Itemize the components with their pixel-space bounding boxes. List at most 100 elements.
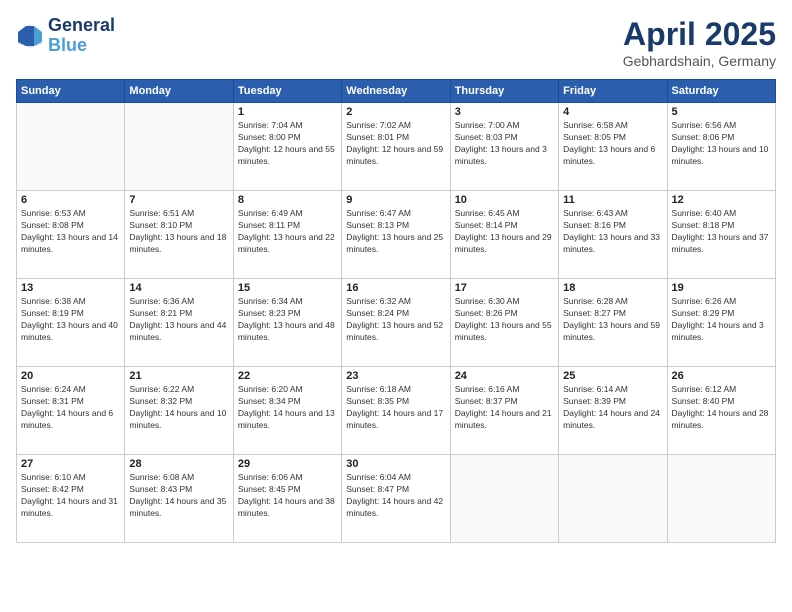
calendar-day-cell: 6Sunrise: 6:53 AMSunset: 8:08 PMDaylight… xyxy=(17,191,125,279)
day-info: Sunrise: 6:26 AMSunset: 8:29 PMDaylight:… xyxy=(672,296,771,344)
day-info: Sunrise: 6:12 AMSunset: 8:40 PMDaylight:… xyxy=(672,384,771,432)
day-number: 26 xyxy=(672,370,771,382)
day-number: 29 xyxy=(238,458,337,470)
day-info: Sunrise: 6:04 AMSunset: 8:47 PMDaylight:… xyxy=(346,472,445,520)
calendar-day-cell xyxy=(17,103,125,191)
main-title: April 2025 xyxy=(623,16,776,53)
calendar-day-cell: 10 Sunrise: 6:45 AMSunset: 8:14 PMDayligh… xyxy=(450,191,558,279)
calendar-day-cell: 25 Sunrise: 6:14 AMSunset: 8:39 PMDayligh… xyxy=(559,367,667,455)
day-info: Sunrise: 7:02 AMSunset: 8:01 PMDaylight:… xyxy=(346,120,445,168)
calendar-week-row: 27Sunrise: 6:10 AMSunset: 8:42 PMDayligh… xyxy=(17,455,776,543)
day-number: 11 xyxy=(563,194,662,206)
calendar-day-cell: 19 Sunrise: 6:26 AMSunset: 8:29 PMDayligh… xyxy=(667,279,775,367)
day-number: 13 xyxy=(21,282,120,294)
calendar-day-cell: 13 Sunrise: 6:38 AMSunset: 8:19 PMDayligh… xyxy=(17,279,125,367)
day-number: 6 xyxy=(21,194,120,206)
col-saturday: Saturday xyxy=(667,80,775,103)
calendar-day-cell: 4 Sunrise: 6:58 AMSunset: 8:05 PMDaylight… xyxy=(559,103,667,191)
day-info: Sunrise: 6:16 AMSunset: 8:37 PMDaylight:… xyxy=(455,384,554,432)
calendar-day-cell: 16Sunrise: 6:32 AMSunset: 8:24 PMDayligh… xyxy=(342,279,450,367)
calendar-day-cell: 2 Sunrise: 7:02 AMSunset: 8:01 PMDaylight… xyxy=(342,103,450,191)
day-number: 7 xyxy=(129,194,228,206)
day-info: Sunrise: 6:08 AMSunset: 8:43 PMDaylight:… xyxy=(129,472,228,520)
day-info: Sunrise: 6:30 AMSunset: 8:26 PMDaylight:… xyxy=(455,296,554,344)
calendar-week-row: 1Sunrise: 7:04 AMSunset: 8:00 PMDaylight… xyxy=(17,103,776,191)
calendar-day-cell: 23Sunrise: 6:18 AMSunset: 8:35 PMDayligh… xyxy=(342,367,450,455)
day-number: 19 xyxy=(672,282,771,294)
day-number: 5 xyxy=(672,106,771,118)
day-info: Sunrise: 6:06 AMSunset: 8:45 PMDaylight:… xyxy=(238,472,337,520)
calendar-table: Sunday Monday Tuesday Wednesday Thursday… xyxy=(16,79,776,543)
page: General Blue April 2025 Gebhardshain, Ge… xyxy=(0,0,792,612)
day-number: 21 xyxy=(129,370,228,382)
day-info: Sunrise: 6:38 AMSunset: 8:19 PMDaylight:… xyxy=(21,296,120,344)
calendar-day-cell: 5Sunrise: 6:56 AMSunset: 8:06 PMDaylight… xyxy=(667,103,775,191)
day-number: 2 xyxy=(346,106,445,118)
day-info: Sunrise: 6:32 AMSunset: 8:24 PMDaylight:… xyxy=(346,296,445,344)
calendar-day-cell: 21Sunrise: 6:22 AMSunset: 8:32 PMDayligh… xyxy=(125,367,233,455)
day-number: 8 xyxy=(238,194,337,206)
col-tuesday: Tuesday xyxy=(233,80,341,103)
day-number: 23 xyxy=(346,370,445,382)
day-number: 10 xyxy=(455,194,554,206)
calendar-day-cell xyxy=(125,103,233,191)
day-info: Sunrise: 6:34 AMSunset: 8:23 PMDaylight:… xyxy=(238,296,337,344)
calendar-day-cell xyxy=(450,455,558,543)
day-info: Sunrise: 6:47 AMSunset: 8:13 PMDaylight:… xyxy=(346,208,445,256)
col-sunday: Sunday xyxy=(17,80,125,103)
day-number: 24 xyxy=(455,370,554,382)
day-info: Sunrise: 6:58 AMSunset: 8:05 PMDaylight:… xyxy=(563,120,662,168)
calendar-day-cell: 22 Sunrise: 6:20 AMSunset: 8:34 PMDayligh… xyxy=(233,367,341,455)
day-number: 4 xyxy=(563,106,662,118)
day-number: 18 xyxy=(563,282,662,294)
calendar-header-row: Sunday Monday Tuesday Wednesday Thursday… xyxy=(17,80,776,103)
col-friday: Friday xyxy=(559,80,667,103)
day-info: Sunrise: 6:28 AMSunset: 8:27 PMDaylight:… xyxy=(563,296,662,344)
day-info: Sunrise: 6:49 AMSunset: 8:11 PMDaylight:… xyxy=(238,208,337,256)
calendar-day-cell: 24 Sunrise: 6:16 AMSunset: 8:37 PMDayligh… xyxy=(450,367,558,455)
day-info: Sunrise: 6:24 AMSunset: 8:31 PMDaylight:… xyxy=(21,384,120,432)
header: General Blue April 2025 Gebhardshain, Ge… xyxy=(16,16,776,69)
day-info: Sunrise: 6:45 AMSunset: 8:14 PMDaylight:… xyxy=(455,208,554,256)
calendar-day-cell: 8 Sunrise: 6:49 AMSunset: 8:11 PMDaylight… xyxy=(233,191,341,279)
calendar-day-cell: 18 Sunrise: 6:28 AMSunset: 8:27 PMDayligh… xyxy=(559,279,667,367)
col-wednesday: Wednesday xyxy=(342,80,450,103)
calendar-day-cell xyxy=(667,455,775,543)
calendar-day-cell: 17 Sunrise: 6:30 AMSunset: 8:26 PMDayligh… xyxy=(450,279,558,367)
day-info: Sunrise: 6:10 AMSunset: 8:42 PMDaylight:… xyxy=(21,472,120,520)
day-number: 9 xyxy=(346,194,445,206)
day-number: 25 xyxy=(563,370,662,382)
logo: General Blue xyxy=(16,16,115,56)
calendar-day-cell: 27Sunrise: 6:10 AMSunset: 8:42 PMDayligh… xyxy=(17,455,125,543)
col-thursday: Thursday xyxy=(450,80,558,103)
calendar-day-cell xyxy=(559,455,667,543)
day-info: Sunrise: 6:40 AMSunset: 8:18 PMDaylight:… xyxy=(672,208,771,256)
calendar-day-cell: 11Sunrise: 6:43 AMSunset: 8:16 PMDayligh… xyxy=(559,191,667,279)
day-info: Sunrise: 6:36 AMSunset: 8:21 PMDaylight:… xyxy=(129,296,228,344)
logo-text: General Blue xyxy=(48,16,115,56)
logo-icon xyxy=(16,22,44,50)
calendar-week-row: 13 Sunrise: 6:38 AMSunset: 8:19 PMDayligh… xyxy=(17,279,776,367)
day-number: 14 xyxy=(129,282,228,294)
calendar-day-cell: 30Sunrise: 6:04 AMSunset: 8:47 PMDayligh… xyxy=(342,455,450,543)
day-number: 20 xyxy=(21,370,120,382)
day-info: Sunrise: 6:14 AMSunset: 8:39 PMDaylight:… xyxy=(563,384,662,432)
subtitle: Gebhardshain, Germany xyxy=(623,53,776,69)
calendar-day-cell: 9 Sunrise: 6:47 AMSunset: 8:13 PMDaylight… xyxy=(342,191,450,279)
calendar-day-cell: 15 Sunrise: 6:34 AMSunset: 8:23 PMDayligh… xyxy=(233,279,341,367)
calendar-day-cell: 7 Sunrise: 6:51 AMSunset: 8:10 PMDaylight… xyxy=(125,191,233,279)
day-number: 15 xyxy=(238,282,337,294)
day-number: 17 xyxy=(455,282,554,294)
day-number: 12 xyxy=(672,194,771,206)
calendar-day-cell: 20 Sunrise: 6:24 AMSunset: 8:31 PMDayligh… xyxy=(17,367,125,455)
calendar-day-cell: 12 Sunrise: 6:40 AMSunset: 8:18 PMDayligh… xyxy=(667,191,775,279)
day-info: Sunrise: 6:20 AMSunset: 8:34 PMDaylight:… xyxy=(238,384,337,432)
day-info: Sunrise: 6:51 AMSunset: 8:10 PMDaylight:… xyxy=(129,208,228,256)
title-block: April 2025 Gebhardshain, Germany xyxy=(623,16,776,69)
day-number: 28 xyxy=(129,458,228,470)
calendar-day-cell: 28 Sunrise: 6:08 AMSunset: 8:43 PMDayligh… xyxy=(125,455,233,543)
calendar-day-cell: 14 Sunrise: 6:36 AMSunset: 8:21 PMDayligh… xyxy=(125,279,233,367)
day-number: 22 xyxy=(238,370,337,382)
calendar-day-cell: 1Sunrise: 7:04 AMSunset: 8:00 PMDaylight… xyxy=(233,103,341,191)
col-monday: Monday xyxy=(125,80,233,103)
